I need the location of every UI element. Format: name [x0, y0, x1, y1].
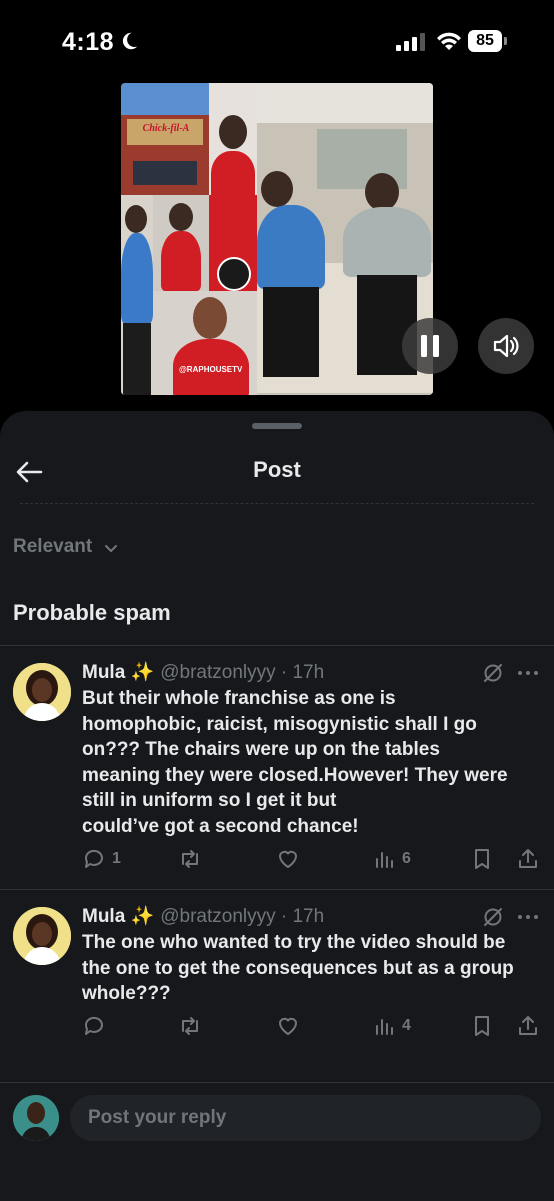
video-frame-worker-red-bottom: @RAPHOUSETV: [153, 291, 257, 395]
author-handle[interactable]: @bratzonlyyy · 17h: [160, 906, 324, 927]
repost-button[interactable]: [178, 847, 202, 871]
mute-thread-icon[interactable]: [482, 662, 504, 684]
reply-author: Mula ✨ @bratzonlyyy · 17h: [82, 904, 324, 928]
section-title: Probable spam: [13, 600, 171, 625]
battery-icon: 85: [468, 30, 508, 52]
moon-icon: [122, 32, 138, 50]
author-name[interactable]: Mula ✨: [82, 662, 154, 683]
status-time: 4:18: [62, 28, 115, 56]
cellular-signal-icon: [396, 33, 425, 51]
share-button[interactable]: [516, 847, 540, 871]
heart-icon: [279, 850, 297, 868]
battery-level: 85: [468, 30, 502, 52]
page-title: Post: [253, 457, 301, 482]
view-count: 6: [402, 850, 411, 867]
reply-author: Mula ✨ @bratzonlyyy · 17h: [82, 660, 324, 684]
section-divider: [0, 645, 554, 646]
heart-icon: [279, 1017, 297, 1035]
avatar[interactable]: [13, 663, 71, 721]
repost-icon: [182, 850, 198, 868]
like-button[interactable]: [276, 847, 300, 871]
header-divider: [20, 503, 534, 505]
sound-button[interactable]: [478, 318, 534, 374]
reply-placeholder: Post your reply: [88, 1107, 227, 1128]
video-frame-exterior: Chick-fil-A: [121, 83, 209, 195]
speaker-on-icon: [493, 334, 519, 358]
video-watermark: @RAPHOUSETV: [179, 365, 243, 374]
reply-text: But their whole franchise as one is homo…: [82, 688, 508, 837]
reply-input[interactable]: Post your reply: [70, 1095, 541, 1141]
share-icon: [519, 849, 537, 868]
bookmark-button[interactable]: [470, 847, 494, 871]
bookmark-button[interactable]: [470, 1014, 494, 1038]
share-icon: [519, 1016, 537, 1035]
video-frame-worker-red-middle: [153, 195, 209, 291]
reply-button[interactable]: [82, 1014, 112, 1038]
comment-icon: [84, 1016, 103, 1035]
reply-divider: [0, 889, 554, 890]
bookmark-icon: [475, 849, 489, 869]
view-count: 4: [402, 1017, 411, 1034]
status-bar: 4:18 85: [0, 0, 554, 84]
repost-button[interactable]: [178, 1014, 202, 1038]
reply-text: The one who wanted to try the video shou…: [82, 932, 514, 1004]
avatar[interactable]: [13, 907, 71, 965]
mute-thread-icon[interactable]: [482, 906, 504, 928]
sheet-grabber[interactable]: [252, 423, 302, 429]
views-button[interactable]: 6: [372, 847, 411, 871]
reply-composer: Post your reply: [0, 1082, 554, 1201]
share-button[interactable]: [516, 1014, 540, 1038]
analytics-icon: [376, 852, 393, 868]
bookmark-icon: [475, 1016, 489, 1036]
sort-filter-label[interactable]: Relevant: [13, 536, 92, 558]
pause-icon: [421, 335, 439, 357]
video-frame-logo: [209, 195, 257, 291]
more-options-icon[interactable]: [516, 663, 540, 683]
author-name[interactable]: Mula ✨: [82, 906, 154, 927]
reply-count: 1: [112, 850, 121, 867]
pause-button[interactable]: [402, 318, 458, 374]
more-options-icon[interactable]: [516, 907, 540, 927]
comment-icon: [84, 849, 103, 868]
avatar[interactable]: [13, 1095, 59, 1141]
author-handle[interactable]: @bratzonlyyy · 17h: [160, 662, 324, 683]
video-player[interactable]: Chick-fil-A @RAPHOUSETV: [121, 83, 433, 395]
restaurant-sign: Chick-fil-A: [142, 123, 190, 134]
views-button[interactable]: 4: [372, 1014, 411, 1038]
like-button[interactable]: [276, 1014, 300, 1038]
repost-icon: [182, 1017, 198, 1035]
wifi-icon: [437, 32, 461, 50]
chevron-down-icon[interactable]: [104, 541, 118, 555]
analytics-icon: [376, 1019, 393, 1035]
video-frame-worker-red-top: [209, 83, 257, 195]
reply-button[interactable]: 1: [82, 847, 121, 871]
video-frame-worker-blue-left: [121, 195, 153, 395]
